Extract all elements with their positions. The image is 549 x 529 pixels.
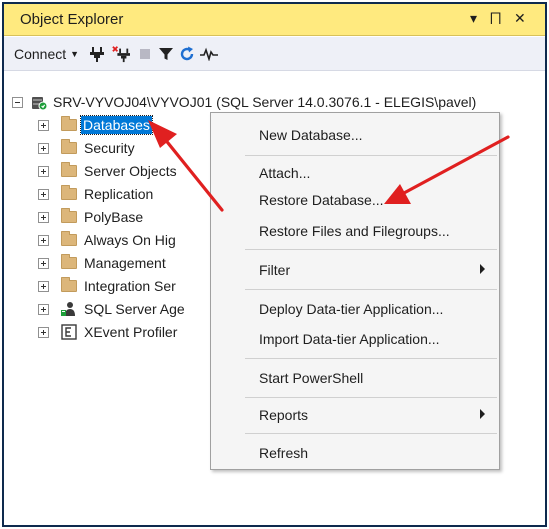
tree-node-label: Databases [80,115,153,135]
object-explorer-titlebar[interactable]: Object Explorer ▾ ⨅ ✕ [4,4,545,36]
menu-item-label: Deploy Data-tier Application... [259,301,444,317]
menu-item-refresh[interactable]: Refresh [211,439,499,467]
menu-item-label: New Database... [259,127,363,143]
tree-node-replication[interactable]: Replication [38,182,153,206]
filter-icon[interactable] [157,45,175,63]
menu-item-start-powershell[interactable]: Start PowerShell [211,364,499,392]
menu-separator [245,433,497,434]
tree-node-label: XEvent Profiler [84,324,178,340]
tree-node-server[interactable]: SRV-VYVOJ04\VYVOJ01 (SQL Server 14.0.307… [12,90,476,114]
menu-item-import-data-tier[interactable]: Import Data-tier Application... [211,325,499,353]
sql-agent-icon [61,301,77,317]
menu-item-label: Filter [259,262,291,278]
tree-node-polybase[interactable]: PolyBase [38,205,143,229]
tree-node-label: PolyBase [84,209,144,225]
submenu-arrow-icon [480,264,485,274]
server-icon [31,94,47,110]
expand-icon[interactable] [38,280,49,292]
menu-item-filter[interactable]: Filter [211,256,499,284]
menu-item-label: Reports [259,407,309,423]
expand-icon[interactable] [38,303,49,315]
menu-item-label: Start PowerShell [259,370,364,386]
menu-item-restore-database[interactable]: Restore Database... [211,186,499,214]
expand-icon[interactable] [38,165,49,177]
folder-icon [61,185,77,200]
databases-context-menu: New Database... Attach... Restore Databa… [210,112,500,470]
tree-node-label: SQL Server Age [84,301,185,317]
menu-item-label: Import Data-tier Application... [259,331,440,347]
window-title: Object Explorer [20,11,124,28]
menu-separator [245,397,497,398]
expand-icon[interactable] [38,188,49,200]
window-position-dropdown-icon[interactable]: ▾ [470,10,477,27]
tree-node-security[interactable]: Security [38,136,135,160]
menu-item-label: Restore Database... [259,192,384,208]
expand-icon[interactable] [38,142,49,154]
folder-icon [61,162,77,177]
menu-item-restore-files-filegroups[interactable]: Restore Files and Filegroups... [211,217,499,245]
object-explorer-toolbar: Connect ▼ [4,37,545,71]
tree-node-databases[interactable]: Databases [38,113,153,137]
menu-separator [245,289,497,290]
menu-separator [245,155,497,156]
menu-item-attach[interactable]: Attach... [211,159,499,187]
close-icon[interactable]: ✕ [514,10,526,27]
menu-item-label: Refresh [259,445,309,461]
tree-node-label: Replication [84,186,154,202]
tree-node-sql-server-agent[interactable]: SQL Server Age [38,297,185,321]
tree-node-integration-services[interactable]: Integration Ser [38,274,176,298]
menu-item-label: Restore Files and Filegroups... [259,223,450,239]
menu-item-deploy-data-tier[interactable]: Deploy Data-tier Application... [211,295,499,323]
folder-icon [61,231,77,246]
folder-icon [61,208,77,223]
chevron-down-icon: ▼ [70,49,80,59]
auto-hide-pin-icon[interactable]: ⨅ [490,10,501,27]
expand-icon[interactable] [38,119,49,131]
tree-node-label: Management [84,255,166,271]
tree-node-management[interactable]: Management [38,251,166,275]
folder-icon [61,254,77,269]
expand-icon[interactable] [38,257,49,269]
expand-icon[interactable] [38,211,49,223]
collapse-icon[interactable] [12,96,23,108]
tree-node-label: Server Objects [84,163,177,179]
expand-icon[interactable] [38,234,49,246]
tree-node-xevent-profiler[interactable]: XEvent Profiler [38,320,177,344]
tree-node-label: Security [84,140,135,156]
tree-node-always-on[interactable]: Always On Hig [38,228,176,252]
menu-item-new-database[interactable]: New Database... [211,121,499,149]
activity-monitor-icon[interactable] [200,45,218,63]
stop-icon[interactable] [136,45,154,63]
tree-node-label: Integration Ser [84,278,176,294]
connect-button[interactable]: Connect ▼ [14,46,79,62]
xevent-profiler-icon [61,324,77,340]
menu-separator [245,358,497,359]
menu-item-reports[interactable]: Reports [211,401,499,429]
folder-icon [61,116,77,131]
connect-label: Connect [14,46,67,62]
menu-separator [245,249,497,250]
folder-icon [61,277,77,292]
tree-node-server-objects[interactable]: Server Objects [38,159,177,183]
tree-node-label: SRV-VYVOJ04\VYVOJ01 (SQL Server 14.0.307… [53,94,477,110]
refresh-icon[interactable] [178,45,196,63]
menu-item-label: Attach... [259,165,311,181]
folder-icon [61,139,77,154]
disconnect-icon[interactable] [112,45,130,63]
connect-plug-icon[interactable] [88,45,106,63]
expand-icon[interactable] [38,326,49,338]
submenu-arrow-icon [480,409,485,419]
tree-node-label: Always On Hig [84,232,176,248]
